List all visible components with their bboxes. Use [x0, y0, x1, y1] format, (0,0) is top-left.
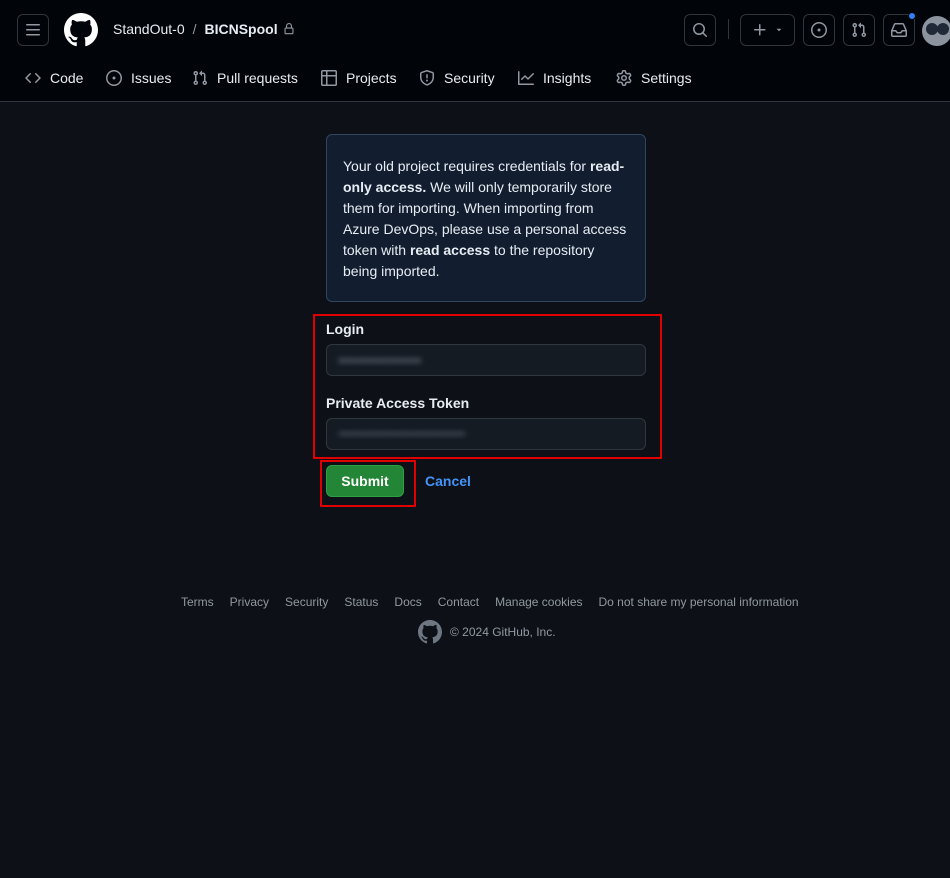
- issue-opened-icon: [106, 70, 122, 86]
- notification-dot: [908, 12, 916, 20]
- tab-settings[interactable]: Settings: [616, 64, 692, 92]
- github-mark-icon[interactable]: [418, 620, 442, 644]
- credentials-info-box: Your old project requires credentials fo…: [326, 134, 646, 302]
- login-field[interactable]: ••••••••••••••: [326, 344, 646, 376]
- submit-button[interactable]: Submit: [326, 465, 404, 497]
- copyright-text: © 2024 GitHub, Inc.: [450, 625, 556, 639]
- footer-link-status[interactable]: Status: [344, 595, 378, 609]
- tab-projects[interactable]: Projects: [321, 64, 397, 92]
- footer-links: Terms Privacy Security Status Docs Conta…: [181, 595, 799, 609]
- info-text-1: Your old project requires credentials fo…: [343, 158, 590, 174]
- token-value: ••••••••••••••••••••••••••••••••••••••••: [339, 429, 466, 439]
- info-bold-read-access: read access: [409, 242, 491, 258]
- shield-icon: [420, 70, 434, 86]
- tab-projects-label: Projects: [346, 70, 397, 86]
- footer-link-docs[interactable]: Docs: [394, 595, 421, 609]
- tab-issues-label: Issues: [131, 70, 172, 86]
- login-value: ••••••••••••••: [339, 352, 422, 368]
- inbox-icon: [891, 23, 907, 37]
- lock-icon: [284, 23, 294, 35]
- pull-requests-button[interactable]: [843, 14, 875, 46]
- login-label: Login: [326, 321, 365, 337]
- token-field[interactable]: ••••••••••••••••••••••••••••••••••••••••: [326, 418, 646, 450]
- tab-security[interactable]: Security: [419, 64, 495, 92]
- search-button[interactable]: [684, 14, 716, 46]
- tab-security-label: Security: [444, 70, 495, 86]
- token-label: Private Access Token: [326, 395, 470, 411]
- header-divider: [728, 19, 729, 39]
- tab-insights-label: Insights: [543, 70, 592, 86]
- git-pull-request-icon: [852, 22, 867, 38]
- graph-icon: [518, 71, 534, 85]
- code-icon: [25, 72, 41, 84]
- issue-opened-icon: [811, 22, 827, 38]
- tab-pull-requests[interactable]: Pull requests: [192, 64, 298, 92]
- footer-link-contact[interactable]: Contact: [438, 595, 479, 609]
- cancel-link[interactable]: Cancel: [425, 473, 471, 489]
- tab-settings-label: Settings: [641, 70, 692, 86]
- search-icon: [693, 23, 708, 38]
- breadcrumb-separator: /: [192, 21, 197, 37]
- tab-insights[interactable]: Insights: [518, 64, 591, 92]
- github-logo-icon[interactable]: [64, 13, 98, 47]
- tab-pull-requests-label: Pull requests: [217, 70, 298, 86]
- breadcrumb-owner-link[interactable]: StandOut-0: [113, 21, 185, 37]
- tab-code[interactable]: Code: [25, 64, 83, 92]
- top-bar: StandOut-0 / BICNSpool: [0, 0, 950, 58]
- plus-icon: [753, 24, 765, 36]
- footer-link-security[interactable]: Security: [285, 595, 328, 609]
- footer-link-do-not-share[interactable]: Do not share my personal information: [599, 595, 799, 609]
- gear-icon: [616, 70, 632, 86]
- menu-button[interactable]: [17, 14, 49, 46]
- footer-link-privacy[interactable]: Privacy: [230, 595, 269, 609]
- table-icon: [321, 70, 337, 86]
- breadcrumb: StandOut-0 / BICNSpool: [113, 21, 295, 37]
- breadcrumb-repo-link[interactable]: BICNSpool: [205, 21, 278, 37]
- avatar[interactable]: [922, 16, 950, 46]
- git-pull-request-icon: [193, 70, 208, 86]
- footer-link-terms[interactable]: Terms: [181, 595, 214, 609]
- app-header: StandOut-0 / BICNSpool Code Issues Pull …: [0, 0, 950, 102]
- triangle-down-icon: [776, 28, 781, 32]
- create-new-button[interactable]: [740, 14, 795, 46]
- tab-code-label: Code: [50, 70, 84, 86]
- hamburger-icon: [26, 24, 40, 36]
- issues-button[interactable]: [803, 14, 835, 46]
- footer-copyright: © 2024 GitHub, Inc.: [418, 620, 556, 644]
- tab-issues[interactable]: Issues: [106, 64, 171, 92]
- footer-link-manage-cookies[interactable]: Manage cookies: [495, 595, 582, 609]
